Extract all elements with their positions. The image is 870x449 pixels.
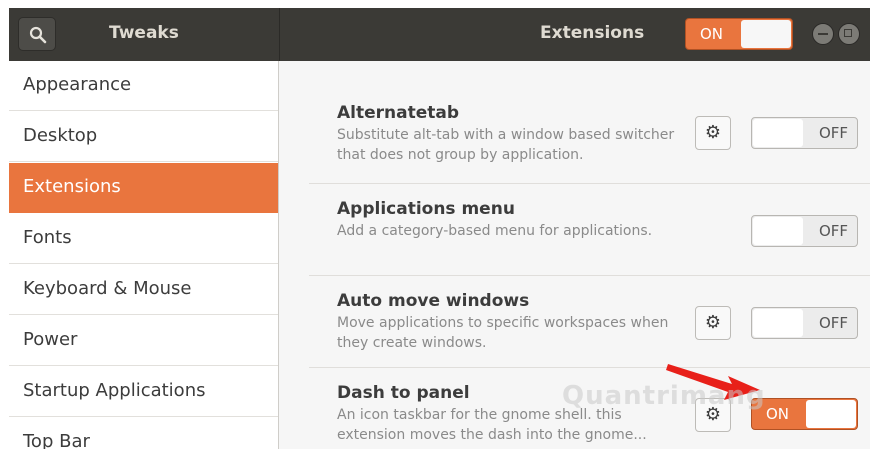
maximize-icon	[844, 29, 852, 37]
sidebar-item-desktop[interactable]: Desktop	[9, 112, 278, 162]
toggle-label: ON	[766, 405, 790, 423]
extension-settings-button[interactable]: ⚙	[695, 306, 731, 340]
extension-description: Substitute alt-tab with a window based s…	[337, 127, 675, 163]
extension-toggle[interactable]: OFF	[751, 117, 858, 149]
toggle-label: OFF	[818, 124, 848, 142]
sidebar-item-label: Extensions	[23, 176, 121, 197]
app-title: Tweaks	[109, 23, 179, 43]
extension-description: Add a category-based menu for applicatio…	[337, 223, 653, 239]
extension-description: An icon taskbar for the gnome shell. thi…	[337, 407, 647, 443]
sidebar-item-label: Startup Applications	[23, 380, 206, 401]
search-icon	[29, 26, 47, 44]
sidebar-item-appearance[interactable]: Appearance	[9, 61, 278, 111]
sidebar-item-label: Top Bar	[23, 431, 90, 449]
switch-knob	[806, 400, 856, 428]
header-bar: Tweaks Extensions ON	[9, 8, 870, 61]
sidebar-item-top-bar[interactable]: Top Bar	[9, 418, 278, 449]
sidebar-item-fonts[interactable]: Fonts	[9, 214, 278, 264]
toggle-label: OFF	[818, 314, 848, 332]
gear-icon: ⚙	[704, 312, 722, 333]
sidebar-item-startup-applications[interactable]: Startup Applications	[9, 367, 278, 417]
extensions-master-switch[interactable]: ON	[685, 18, 793, 50]
maximize-button[interactable]	[838, 23, 860, 45]
switch-knob	[753, 309, 803, 337]
extension-toggle[interactable]: OFF	[751, 307, 858, 339]
toggle-label: OFF	[818, 222, 848, 240]
search-button[interactable]	[18, 17, 56, 51]
extension-name: Dash to panel	[337, 383, 470, 403]
minimize-icon	[818, 33, 828, 35]
extension-name: Alternatetab	[337, 103, 460, 123]
sidebar-item-label: Appearance	[23, 74, 132, 95]
extension-row: Applications menu Add a category-based m…	[309, 184, 870, 276]
extension-toggle[interactable]: OFF	[751, 215, 858, 247]
switch-knob	[741, 20, 791, 48]
screenshot-frame: Tweaks Extensions ON Appearance Desktop …	[0, 0, 870, 449]
extension-toggle[interactable]: ON	[751, 398, 858, 430]
sidebar-item-keyboard-mouse[interactable]: Keyboard & Mouse	[9, 265, 278, 315]
extension-name: Auto move windows	[337, 291, 530, 311]
extension-description: Move applications to specific workspaces…	[337, 315, 669, 351]
minimize-button[interactable]	[812, 23, 834, 45]
gear-icon: ⚙	[704, 122, 722, 143]
extension-settings-button[interactable]: ⚙	[695, 116, 731, 150]
extension-row: Auto move windows Move applications to s…	[309, 276, 870, 368]
page-title: Extensions	[540, 23, 645, 43]
sidebar-item-extensions[interactable]: Extensions	[9, 163, 278, 213]
master-switch-label: ON	[700, 25, 724, 43]
sidebar-item-label: Desktop	[23, 125, 98, 146]
watermark-text: Quantrimang	[562, 381, 766, 411]
sidebar: Appearance Desktop Extensions Fonts Keyb…	[9, 61, 279, 449]
sidebar-item-label: Fonts	[23, 227, 72, 248]
extension-row: Alternatetab Substitute alt-tab with a w…	[309, 94, 870, 184]
switch-knob	[753, 119, 803, 147]
sidebar-item-label: Power	[23, 329, 78, 350]
sidebar-item-power[interactable]: Power	[9, 316, 278, 366]
switch-knob	[753, 217, 803, 245]
extension-name: Applications menu	[337, 199, 515, 219]
tweaks-window: Tweaks Extensions ON Appearance Desktop …	[9, 8, 870, 449]
header-left: Tweaks	[9, 8, 280, 61]
sidebar-item-label: Keyboard & Mouse	[23, 278, 192, 299]
